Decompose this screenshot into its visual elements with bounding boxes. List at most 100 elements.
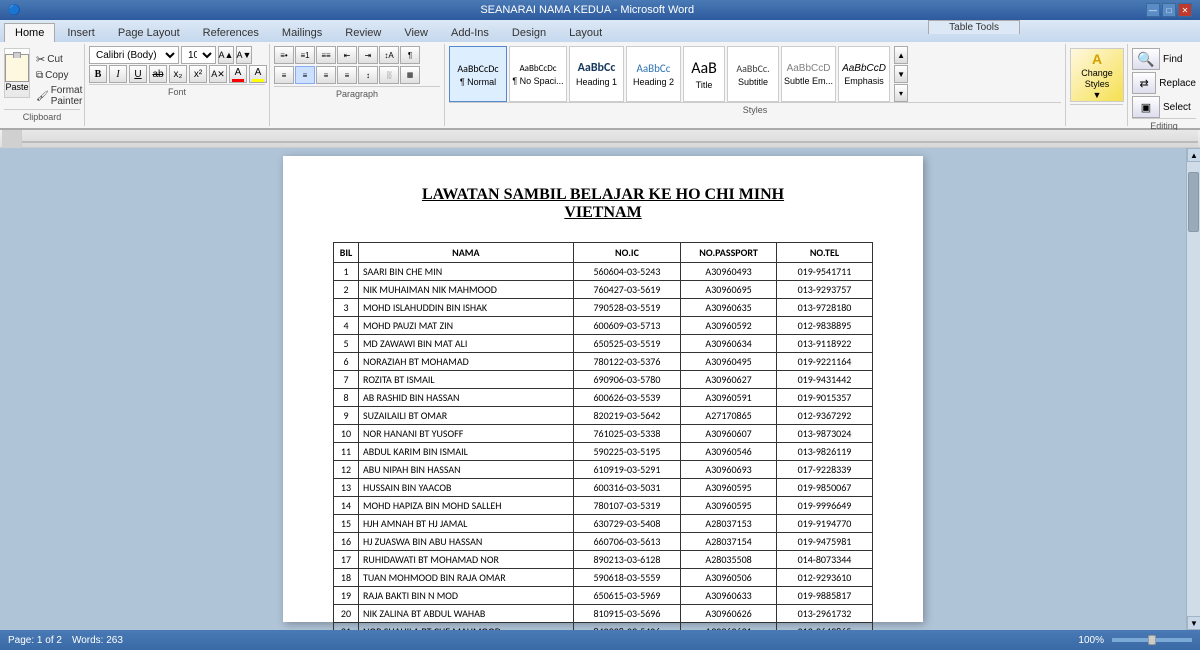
scrollbar-thumb[interactable] (1188, 172, 1199, 232)
table-cell-15-0: 16 (334, 533, 359, 551)
table-cell-18-0: 19 (334, 587, 359, 605)
clipboard-group: Paste ✂ Cut ⧉ Copy 🖌 Format Painter Clip… (0, 44, 85, 126)
tab-references[interactable]: References (192, 23, 270, 42)
table-cell-4-2: 650525-03-5519 (573, 335, 681, 353)
table-cell-20-2: 840928-03-5406 (573, 623, 681, 631)
select-button[interactable]: ▣ Select (1132, 96, 1196, 118)
borders-button[interactable]: ▦ (400, 66, 420, 84)
align-left-button[interactable]: ≡ (274, 66, 294, 84)
table-cell-13-0: 14 (334, 497, 359, 515)
table-row: 20NIK ZALINA BT ABDUL WAHAB810915-03-569… (334, 605, 873, 623)
table-cell-8-3: A27170865 (681, 407, 777, 425)
tab-home[interactable]: Home (4, 23, 55, 43)
table-cell-8-4: 012-9367292 (776, 407, 872, 425)
align-right-button[interactable]: ≡ (316, 66, 336, 84)
table-cell-5-4: 019-9221164 (776, 353, 872, 371)
word-count: Words: 263 (72, 635, 123, 646)
highlight-button[interactable]: A (249, 65, 267, 83)
scrollbar-track[interactable] (1187, 162, 1200, 616)
style-heading2-button[interactable]: AaBbCc Heading 2 (626, 46, 681, 102)
bold-button[interactable]: B (89, 65, 107, 83)
clear-format-button[interactable]: A✕ (209, 65, 227, 83)
table-cell-20-1: NOR SHAHILA BT CHE MAHMOOD (359, 623, 574, 631)
cut-button[interactable]: ✂ Cut (34, 52, 84, 67)
table-row: 11ABDUL KARIM BIN ISMAIL590225-03-5195A3… (334, 443, 873, 461)
ribbon: Paste ✂ Cut ⧉ Copy 🖌 Format Painter Clip… (0, 42, 1200, 130)
table-row: 19RAJA BAKTI BIN N MOD650615-03-5969A309… (334, 587, 873, 605)
font-size-select[interactable]: 10 (181, 46, 216, 64)
right-scrollbar[interactable]: ▲ ▼ (1186, 148, 1200, 630)
tab-page-layout[interactable]: Page Layout (107, 23, 191, 42)
table-cell-15-3: A28037154 (681, 533, 777, 551)
style-title-button[interactable]: AaB Title (683, 46, 725, 102)
styles-scroll-up[interactable]: ▲ (894, 46, 908, 64)
scroll-up-button[interactable]: ▲ (1187, 148, 1200, 162)
zoom-slider[interactable] (1112, 638, 1192, 642)
style-subtle-button[interactable]: AaBbCcD Subtle Em... (781, 46, 836, 102)
strikethrough-button[interactable]: ab (149, 65, 167, 83)
scroll-down-button[interactable]: ▼ (1187, 616, 1200, 630)
decrease-indent-button[interactable]: ⇤ (337, 46, 357, 64)
italic-button[interactable]: I (109, 65, 127, 83)
word-page: LAWATAN SAMBIL BELAJAR KE HO CHI MINH VI… (283, 156, 923, 622)
table-cell-7-3: A30960591 (681, 389, 777, 407)
align-center-button[interactable]: ≡ (295, 66, 315, 84)
superscript-button[interactable]: x² (189, 65, 207, 83)
find-button[interactable]: 🔍 Find (1132, 48, 1196, 70)
change-styles-button[interactable]: A Change Styles ▼ (1070, 48, 1124, 102)
table-row: 5MD ZAWAWI BIN MAT ALI650525-03-5519A309… (334, 335, 873, 353)
table-cell-3-0: 4 (334, 317, 359, 335)
line-spacing-button[interactable]: ↕ (358, 66, 378, 84)
document-content[interactable]: LAWATAN SAMBIL BELAJAR KE HO CHI MINH VI… (20, 148, 1186, 630)
tab-review[interactable]: Review (334, 23, 392, 42)
tab-mailings[interactable]: Mailings (271, 23, 333, 42)
numbering-button[interactable]: ≡1 (295, 46, 315, 64)
multilevel-button[interactable]: ≡≡ (316, 46, 336, 64)
tab-design[interactable]: Design (501, 23, 557, 42)
col-header-nama: NAMA (359, 243, 574, 263)
sort-button[interactable]: ↕A (379, 46, 399, 64)
bullets-button[interactable]: ≡• (274, 46, 294, 64)
style-subtitle-button[interactable]: AaBbCc. Subtitle (727, 46, 779, 102)
styles-more[interactable]: ▾ (894, 84, 908, 102)
tab-insert[interactable]: Insert (56, 23, 106, 42)
shading-button[interactable]: ░ (379, 66, 399, 84)
tab-view[interactable]: View (393, 23, 439, 42)
data-table: BIL NAMA NO.IC NO.PASSPORT NO.TEL 1SAARI… (333, 242, 873, 630)
format-painter-button[interactable]: 🖌 Format Painter (34, 84, 84, 108)
restore-button[interactable]: □ (1162, 3, 1176, 17)
change-styles-group: A Change Styles ▼ (1066, 44, 1128, 126)
close-button[interactable]: ✕ (1178, 3, 1192, 17)
table-cell-1-2: 760427-03-5619 (573, 281, 681, 299)
paste-button[interactable]: Paste (4, 48, 30, 98)
underline-button[interactable]: U (129, 65, 147, 83)
copy-button[interactable]: ⧉ Copy (34, 69, 84, 82)
show-marks-button[interactable]: ¶ (400, 46, 420, 64)
font-name-select[interactable]: Calibri (Body) (89, 46, 179, 64)
font-color-button[interactable]: A (229, 65, 247, 83)
style-heading1-button[interactable]: AaBbCc Heading 1 (569, 46, 624, 102)
table-row: 10NOR HANANI BT YUSOFF761025-03-5338A309… (334, 425, 873, 443)
replace-button[interactable]: ⇄ Replace (1132, 72, 1196, 94)
table-cell-16-0: 17 (334, 551, 359, 569)
tab-addins[interactable]: Add-Ins (440, 23, 500, 42)
style-emphasis-button[interactable]: AaBbCcD Emphasis (838, 46, 890, 102)
tab-layout[interactable]: Layout (558, 23, 613, 42)
subscript-button[interactable]: x₂ (169, 65, 187, 83)
increase-indent-button[interactable]: ⇥ (358, 46, 378, 64)
style-normal-button[interactable]: AaBbCcDc ¶ Normal (449, 46, 507, 102)
table-cell-9-0: 10 (334, 425, 359, 443)
ribbon-tabs: Home Insert Page Layout References Maili… (0, 20, 1200, 42)
minimize-button[interactable]: — (1146, 3, 1160, 17)
table-cell-0-3: A30960493 (681, 263, 777, 281)
table-cell-7-0: 8 (334, 389, 359, 407)
font-decrease-button[interactable]: A▼ (236, 46, 252, 64)
font-increase-button[interactable]: A▲ (218, 46, 234, 64)
doc-title-line1: LAWATAN SAMBIL BELAJAR KE HO CHI MINH VI… (333, 186, 873, 222)
style-nospace-button[interactable]: AaBbCcDc ¶ No Spaci... (509, 46, 567, 102)
styles-scroll-down[interactable]: ▼ (894, 65, 908, 83)
table-cell-5-1: NORAZIAH BT MOHAMAD (359, 353, 574, 371)
justify-button[interactable]: ≡ (337, 66, 357, 84)
table-cell-15-4: 019-9475981 (776, 533, 872, 551)
table-cell-6-3: A30960627 (681, 371, 777, 389)
